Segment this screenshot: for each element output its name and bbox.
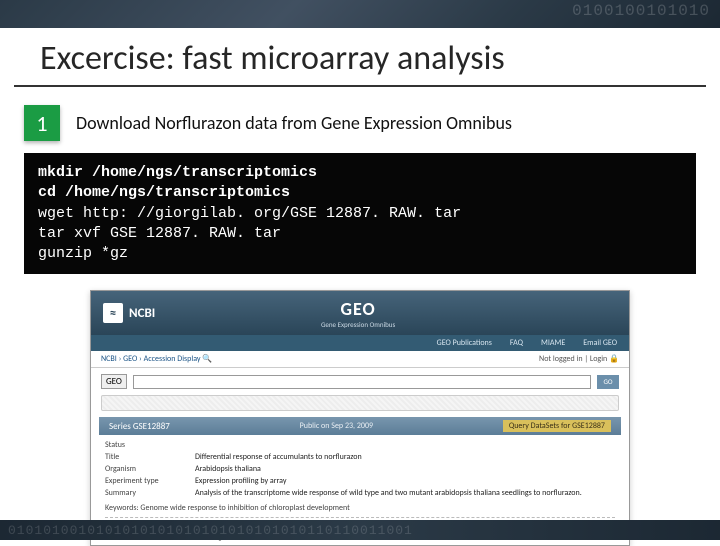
row-value-summary: Analysis of the transcriptome wide respo… [195,488,615,498]
step-instruction: Download Norflurazon data from Gene Expr… [76,112,512,134]
ncbi-icon: ≈ [103,303,123,323]
scope-toolbar [101,395,619,411]
terminal-line: mkdir /home/ngs/transcriptomics [38,163,682,183]
terminal-line: wget http: //giorgilab. org/GSE 12887. R… [38,204,682,224]
series-public-date: Public on Sep 23, 2009 [300,421,373,431]
geo-logo-subtitle: Gene Expression Omnibus [167,320,549,329]
login-status[interactable]: Not logged in | Login 🔒 [539,354,619,364]
breadcrumb-bar: NCBI › GEO › Accession Display 🔍 Not log… [91,351,629,368]
table-row: Status [105,439,615,451]
search-go-button[interactable]: GO [597,375,619,389]
step-row: 1 Download Norflurazon data from Gene Ex… [0,105,720,153]
slide-title: Excercise: fast microarray analysis [40,38,680,79]
row-label-organism: Organism [105,464,195,474]
table-row: Experiment type Expression profiling by … [105,475,615,487]
geo-nav: GEO Publications FAQ MIAME Email GEO [91,335,629,351]
terminal-line: cd /home/ngs/transcriptomics [38,183,682,203]
row-value-title: Differential response of accumulants to … [195,452,615,462]
geo-logo-block: GEO Gene Expression Omnibus [167,298,549,329]
series-id-label: Series GSE12887 [109,421,170,432]
series-header-bar: Series GSE12887 Public on Sep 23, 2009 Q… [99,417,621,435]
nav-faq[interactable]: FAQ [510,338,523,348]
search-input[interactable] [133,375,591,389]
row-label-status: Status [105,440,195,450]
geo-screenshot: ≈ NCBI GEO Gene Expression Omnibus GEO P… [90,290,630,546]
row-value-status [195,440,615,450]
ncbi-logo-block: ≈ NCBI [91,303,167,323]
ncbi-label: NCBI [129,306,155,321]
nav-miame[interactable]: MIAME [541,338,565,348]
row-label-title: Title [105,452,195,462]
table-row: Organism Arabidopsis thaliana [105,463,615,475]
query-datasets-button[interactable]: Query DataSets for GSE12887 [503,420,611,432]
row-label-exptype: Experiment type [105,476,195,486]
nav-email[interactable]: Email GEO [583,338,617,348]
terminal-block: mkdir /home/ngs/transcriptomics cd /home… [24,153,696,274]
keywords-line: Keywords: Genome wide response to inhibi… [105,499,615,513]
terminal-line: gunzip *gz [38,244,682,264]
geo-header: ≈ NCBI GEO Gene Expression Omnibus [91,291,629,335]
search-bar: GEO GO [91,368,629,395]
table-row: Title Differential response of accumulan… [105,451,615,463]
step-number-badge: 1 [24,105,60,141]
nav-publications[interactable]: GEO Publications [437,338,492,348]
geo-logo: GEO [167,298,549,320]
bottom-decorative-stripe [0,520,720,540]
top-decorative-stripe [0,0,720,28]
search-scope-select[interactable]: GEO [101,374,127,389]
terminal-line: tar xvf GSE 12887. RAW. tar [38,224,682,244]
table-row: Summary Analysis of the transcriptome wi… [105,487,615,499]
slide-title-block: Excercise: fast microarray analysis [14,28,706,87]
breadcrumb: NCBI › GEO › Accession Display 🔍 [101,354,212,364]
row-value-organism[interactable]: Arabidopsis thaliana [195,464,615,474]
row-label-summary: Summary [105,488,195,498]
row-value-exptype: Expression profiling by array [195,476,615,486]
